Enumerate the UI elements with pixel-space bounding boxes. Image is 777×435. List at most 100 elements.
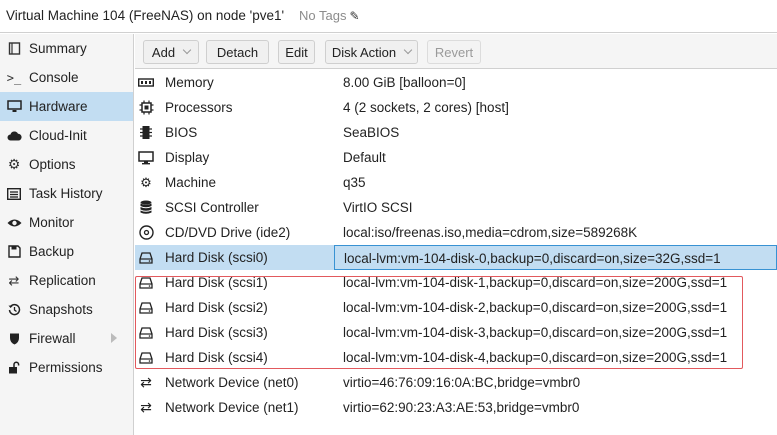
hardware-name: Hard Disk (scsi1) [165,275,268,290]
desktop-icon [137,149,155,166]
hardware-grid: Memory 8.00 GiB [balloon=0] Processors 4… [135,70,777,420]
sidebar-item-label: Hardware [29,99,88,114]
hardware-row-cdrom[interactable]: CD/DVD Drive (ide2) local:iso/freenas.is… [135,220,777,245]
hardware-name: BIOS [165,125,198,140]
revert-button-label: Revert [434,44,474,60]
disk-action-button[interactable]: Disk Action [325,40,418,64]
tags-label: No Tags [299,8,347,23]
hardware-row-bios[interactable]: BIOS SeaBIOS [135,120,777,145]
gear-icon: ⚙ [7,156,21,172]
hardware-value: local-lvm:vm-104-disk-1,backup=0,discard… [343,275,728,290]
sidebar-item-summary[interactable]: Summary [0,34,133,63]
sidebar-item-snapshots[interactable]: Snapshots [0,295,133,324]
chevron-down-icon [403,45,413,55]
hardware-value: virtio=46:76:09:16:0A:BC,bridge=vmbr0 [343,375,581,390]
hardware-row-scsi1[interactable]: Hard Disk (scsi1) local-lvm:vm-104-disk-… [135,270,777,295]
book-icon [6,41,22,57]
sidebar-item-label: Snapshots [29,302,93,317]
tags-area[interactable]: No Tags ✎ [299,8,360,23]
sidebar-item-permissions[interactable]: Permissions [0,353,133,382]
hardware-name: Network Device (net0) [165,375,299,390]
hardware-value: local-lvm:vm-104-disk-0,backup=0,discard… [334,245,777,270]
database-icon [137,199,155,216]
sidebar-item-hardware[interactable]: Hardware [0,92,133,121]
sidebar-item-backup[interactable]: Backup [0,237,133,266]
sidebar-item-label: Task History [29,186,103,201]
eye-icon [6,215,22,231]
sidebar-item-label: Firewall [29,331,76,346]
hdd-icon [137,274,155,291]
hardware-row-scsi3[interactable]: Hard Disk (scsi3) local-lvm:vm-104-disk-… [135,320,777,345]
unlock-icon [6,360,22,376]
hardware-row-processors[interactable]: Processors 4 (2 sockets, 2 cores) [host] [135,95,777,120]
exchange-icon: ⇄ [140,399,152,415]
hardware-name: Network Device (net1) [165,400,299,415]
hardware-row-net0[interactable]: ⇄ Network Device (net0) virtio=46:76:09:… [135,370,777,395]
detach-button[interactable]: Detach [206,40,269,64]
hardware-name: Memory [165,75,214,90]
pencil-icon[interactable]: ✎ [349,9,359,23]
detach-button-label: Detach [216,44,259,60]
hardware-value: 4 (2 sockets, 2 cores) [host] [343,100,509,115]
cogs-icon: ⚙ [140,174,152,190]
sidebar-item-console[interactable]: >_ Console [0,63,133,92]
hardware-value: Default [343,150,386,165]
expand-arrow-icon[interactable] [111,333,117,343]
page-title: Virtual Machine 104 (FreeNAS) on node 'p… [6,8,285,23]
sidebar-item-label: Backup [29,244,75,259]
cdrom-icon [137,224,155,241]
hardware-row-display[interactable]: Display Default [135,145,777,170]
retweet-icon: ⇄ [8,272,20,288]
hardware-value: local:iso/freenas.iso,media=cdrom,size=5… [343,225,638,240]
hardware-row-scsi4[interactable]: Hard Disk (scsi4) local-lvm:vm-104-disk-… [135,345,777,370]
hardware-value: local-lvm:vm-104-disk-3,backup=0,discard… [343,325,728,340]
hardware-value: local-lvm:vm-104-disk-2,backup=0,discard… [343,300,728,315]
hardware-row-scsi2[interactable]: Hard Disk (scsi2) local-lvm:vm-104-disk-… [135,295,777,320]
hardware-name: Hard Disk (scsi3) [165,325,268,340]
hardware-row-machine[interactable]: ⚙ Machine q35 [135,170,777,195]
sidebar-item-cloud-init[interactable]: Cloud-Init [0,121,133,150]
sidebar-item-firewall[interactable]: Firewall [0,324,133,353]
sidebar-item-label: Permissions [29,360,103,375]
sidebar-item-options[interactable]: ⚙ Options [0,150,133,179]
hdd-icon [137,249,155,266]
sidebar-item-replication[interactable]: ⇄ Replication [0,266,133,295]
hardware-name: Machine [165,175,217,190]
sidebar-item-task-history[interactable]: Task History [0,179,133,208]
list-icon [6,186,22,202]
hardware-toolbar: Add Detach Edit Disk Action Revert [135,34,777,69]
sidebar-item-label: Monitor [29,215,75,230]
add-button[interactable]: Add [143,40,199,64]
floppy-icon [6,244,22,260]
disk-action-button-label: Disk Action [331,44,397,60]
hardware-row-memory[interactable]: Memory 8.00 GiB [balloon=0] [135,70,777,95]
sidebar-nav: Summary >_ Console Hardware Cloud-Init ⚙… [0,34,134,435]
hdd-icon [137,324,155,341]
cloud-icon [6,128,22,144]
hdd-icon [137,349,155,366]
add-button-label: Add [151,44,176,60]
hardware-row-scsi-controller[interactable]: SCSI Controller VirtIO SCSI [135,195,777,220]
hardware-row-net1[interactable]: ⇄ Network Device (net1) virtio=62:90:23:… [135,395,777,420]
history-icon [6,302,22,318]
hardware-name: SCSI Controller [165,200,259,215]
sidebar-item-monitor[interactable]: Monitor [0,208,133,237]
hardware-value: 8.00 GiB [balloon=0] [343,75,466,90]
hardware-value: VirtIO SCSI [343,200,413,215]
sidebar-item-label: Cloud-Init [29,128,87,143]
sidebar-item-label: Options [29,157,76,172]
shield-icon [6,331,22,347]
hardware-value: virtio=62:90:23:A3:AE:53,bridge=vmbr0 [343,400,580,415]
title-bar: Virtual Machine 104 (FreeNAS) on node 'p… [0,0,777,33]
hardware-row-scsi0[interactable]: Hard Disk (scsi0) local-lvm:vm-104-disk-… [135,245,777,270]
hardware-name: Display [165,150,210,165]
hdd-icon [137,299,155,316]
edit-button[interactable]: Edit [278,40,315,64]
sidebar-item-label: Summary [29,41,87,56]
monitor-icon [6,99,22,115]
revert-button[interactable]: Revert [427,40,481,64]
memory-icon [137,74,155,91]
hardware-name: Processors [165,100,233,115]
cpu-icon [137,99,155,116]
exchange-icon: ⇄ [140,374,152,390]
